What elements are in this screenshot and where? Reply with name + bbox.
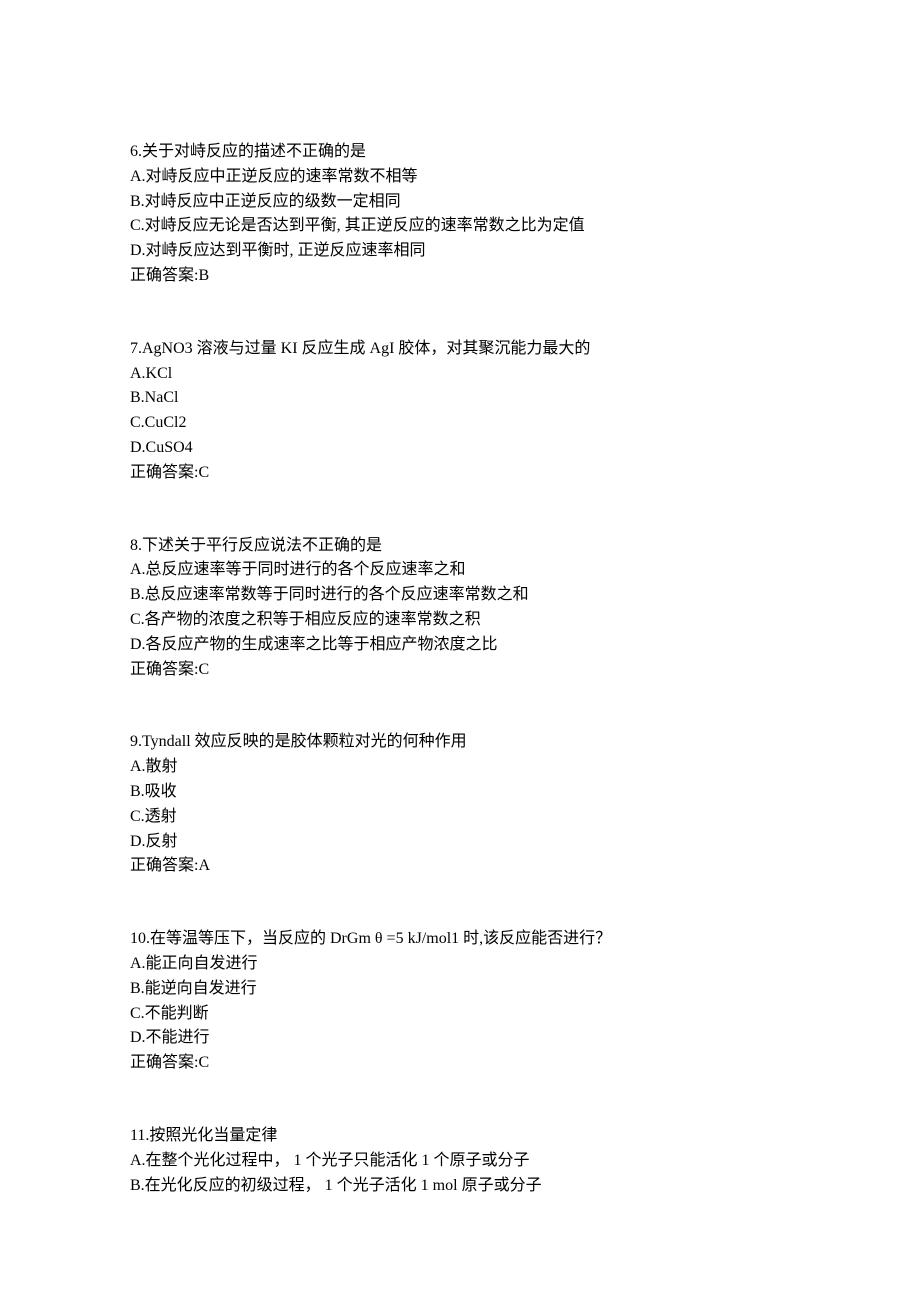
- question-option: D.各反应产物的生成速率之比等于相应产物浓度之比: [130, 633, 790, 658]
- question-block: 8.下述关于平行反应说法不正确的是 A.总反应速率等于同时进行的各个反应速率之和…: [130, 534, 790, 683]
- question-option: B.吸收: [130, 780, 790, 805]
- question-answer: 正确答案:C: [130, 461, 790, 486]
- question-option: D.对峙反应达到平衡时, 正逆反应速率相同: [130, 239, 790, 264]
- question-stem: 9.Tyndall 效应反映的是胶体颗粒对光的何种作用: [130, 730, 790, 755]
- question-block: 6.关于对峙反应的描述不正确的是 A.对峙反应中正逆反应的速率常数不相等 B.对…: [130, 140, 790, 289]
- question-option: D.反射: [130, 830, 790, 855]
- question-option: B.在光化反应的初级过程， 1 个光子活化 1 mol 原子或分子: [130, 1174, 790, 1199]
- question-block: 10.在等温等压下，当反应的 DrGm θ =5 kJ/mol1 时,该反应能否…: [130, 927, 790, 1076]
- question-stem: 7.AgNO3 溶液与过量 KI 反应生成 AgI 胶体，对其聚沉能力最大的: [130, 337, 790, 362]
- question-answer: 正确答案:A: [130, 854, 790, 879]
- question-option: A.总反应速率等于同时进行的各个反应速率之和: [130, 558, 790, 583]
- question-stem: 6.关于对峙反应的描述不正确的是: [130, 140, 790, 165]
- question-stem: 8.下述关于平行反应说法不正确的是: [130, 534, 790, 559]
- question-option: B.NaCl: [130, 386, 790, 411]
- question-option: C.透射: [130, 805, 790, 830]
- question-option: D.CuSO4: [130, 436, 790, 461]
- question-option: B.能逆向自发进行: [130, 977, 790, 1002]
- question-answer: 正确答案:C: [130, 658, 790, 683]
- question-option: B.总反应速率常数等于同时进行的各个反应速率常数之和: [130, 583, 790, 608]
- question-option: C.不能判断: [130, 1002, 790, 1027]
- question-option: A.KCl: [130, 362, 790, 387]
- document-page: 6.关于对峙反应的描述不正确的是 A.对峙反应中正逆反应的速率常数不相等 B.对…: [0, 0, 920, 1306]
- question-answer: 正确答案:B: [130, 264, 790, 289]
- question-option: B.对峙反应中正逆反应的级数一定相同: [130, 190, 790, 215]
- question-answer: 正确答案:C: [130, 1051, 790, 1076]
- question-option: A.散射: [130, 755, 790, 780]
- question-block: 7.AgNO3 溶液与过量 KI 反应生成 AgI 胶体，对其聚沉能力最大的 A…: [130, 337, 790, 486]
- question-option: A.能正向自发进行: [130, 952, 790, 977]
- question-option: A.在整个光化过程中， 1 个光子只能活化 1 个原子或分子: [130, 1149, 790, 1174]
- question-block: 11.按照光化当量定律 A.在整个光化过程中， 1 个光子只能活化 1 个原子或…: [130, 1124, 790, 1198]
- question-stem: 11.按照光化当量定律: [130, 1124, 790, 1149]
- question-option: D.不能进行: [130, 1026, 790, 1051]
- question-block: 9.Tyndall 效应反映的是胶体颗粒对光的何种作用 A.散射 B.吸收 C.…: [130, 730, 790, 879]
- question-option: C.CuCl2: [130, 411, 790, 436]
- question-option: C.各产物的浓度之积等于相应反应的速率常数之积: [130, 608, 790, 633]
- question-stem: 10.在等温等压下，当反应的 DrGm θ =5 kJ/mol1 时,该反应能否…: [130, 927, 790, 952]
- question-option: A.对峙反应中正逆反应的速率常数不相等: [130, 165, 790, 190]
- question-option: C.对峙反应无论是否达到平衡, 其正逆反应的速率常数之比为定值: [130, 214, 790, 239]
